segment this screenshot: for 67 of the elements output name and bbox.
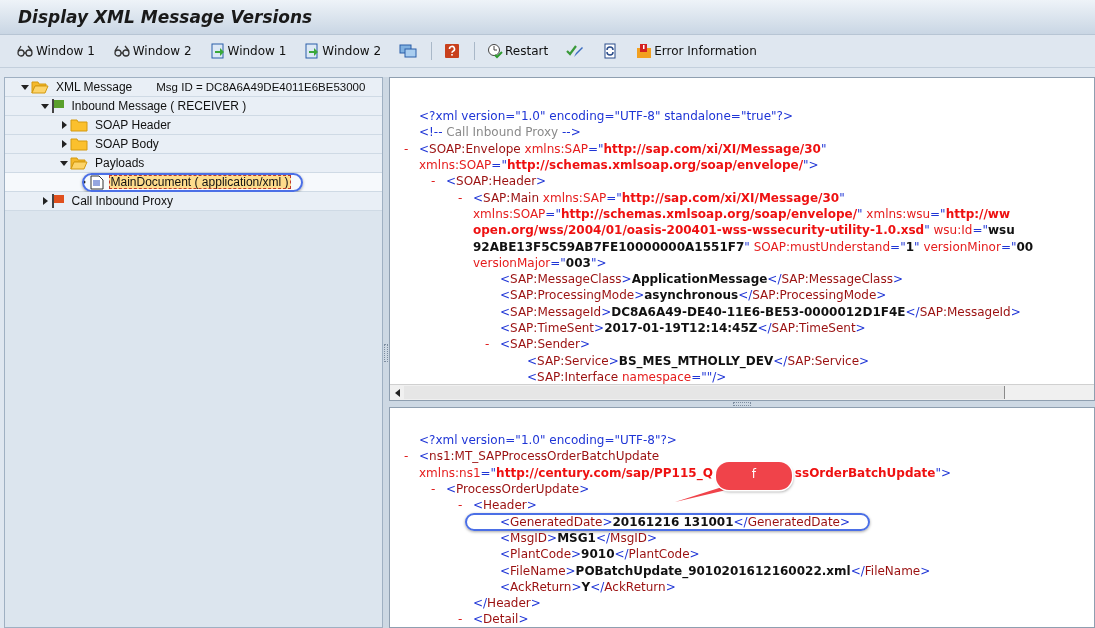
xml-line: <!-- Call Inbound Proxy --> [419, 125, 581, 140]
open-folder-icon [70, 156, 88, 170]
xml-line: <SAP:Sender> [500, 337, 590, 352]
collapse-toggle[interactable]: - [458, 498, 463, 513]
scroll-left-arrow-icon[interactable] [394, 388, 400, 397]
collapse-toggle[interactable]: - [485, 337, 490, 352]
xml-line: <GeneratedDate>20161216 131001</GeneratedDate> [500, 514, 851, 529]
collapse-toggle[interactable]: - [458, 612, 463, 627]
xml-line: <SAP:MessageId>DC8A6A49-DE40-11E6-BE53-0000012D1F4E</SAP:MessageId> [500, 304, 1021, 319]
clock-check-icon [487, 43, 504, 59]
toolbar-button[interactable]: Window 2 [300, 39, 386, 63]
tree-item-label[interactable]: SOAP Body [93, 137, 161, 151]
xml-line: <SOAP:Header> [446, 174, 547, 189]
error-icon [636, 43, 653, 59]
tree-item-label[interactable]: SOAP Header [93, 118, 173, 132]
check-pencil-icon [566, 43, 585, 59]
collapse-toggle[interactable]: - [431, 174, 436, 189]
toolbar-button[interactable]: Window 2 [108, 39, 196, 63]
open-folder-icon [31, 80, 49, 94]
xml-line: <SAP:Interface namespace=""/> [527, 369, 727, 384]
window-title: Display XML Message Versions [18, 7, 313, 27]
xml-line: <Detail> [473, 612, 529, 627]
xml-line: <MsgID>MSG1</MsgID> [500, 530, 658, 545]
xml-line: 92ABE13F5C59AB7FE10000000A1551F7" SOAP:mustUnderstand="1" versionMinor="00 [473, 239, 1034, 254]
toolbar-button[interactable]: Error Information [632, 39, 761, 63]
xml-line: <SAP:Service>BS_MES_MTHOLLY_DEV</SAP:Service> [527, 353, 870, 368]
xml-line: open.org/wss/2004/01/oasis-200401-wss-wssecurity-utility-1.0.xsd" wsu:Id="wsu [473, 223, 1015, 238]
screens-icon [399, 43, 418, 59]
xml-line: <AckReturn>Y</AckReturn> [500, 579, 676, 594]
help-book-icon [444, 43, 461, 59]
toolbar-button[interactable]: Restart [483, 39, 553, 63]
xml-line: <ns1:MT_SAPProcessOrderBatchUpdate [419, 449, 660, 464]
xml-line: <ProcessOrderUpdate> [446, 482, 590, 497]
xml-line: <SAP:TimeSent>2017-01-19T12:14:45Z</SAP:TimeSent> [500, 321, 866, 335]
toolbar-button[interactable]: Window 1 [205, 39, 291, 63]
xml-line: <?xml version="1.0" encoding="UTF-8" standalone="true"?> [419, 109, 793, 124]
collapse-toggle[interactable]: - [404, 449, 409, 464]
msg-id-text: Msg ID = DC8A6A49DE4011E6BE53000 [156, 81, 367, 93]
leaf-bullet [81, 180, 86, 184]
xml-line: ssOrderBatchUpdate"> [794, 465, 952, 480]
horizontal-scrollbar[interactable] [390, 384, 1094, 400]
collapse-toggle[interactable]: - [458, 190, 463, 205]
xml-line: <SOAP:Envelope xmlns:SAP="http://sap.com/xi/XI/Message/30" [419, 141, 827, 156]
xml-line: <Header> [473, 498, 537, 513]
tree-item-label[interactable]: XML Message [54, 80, 135, 94]
xml-line: versionMajor="003"> [473, 255, 607, 270]
collapse-toggle[interactable]: - [404, 141, 409, 156]
tree-item-label[interactable]: Payloads [93, 156, 147, 170]
xml-line: <SAP:ProcessingMode>asynchronous</SAP:ProcessingMode> [500, 288, 887, 303]
xml-line: xmlns:SOAP="http://schemas.xmlsoap.org/soap/envelope/"> [419, 158, 819, 173]
xml-line: <SAP:Main xmlns:SAP="http://sap.com/xi/XI/Message/30" [473, 190, 845, 205]
xml-line: </Header> [473, 596, 541, 611]
xml-line: <?xml version="1.0" encoding="UTF-8"?> [419, 433, 677, 448]
folder-icon [70, 137, 88, 151]
xml-line: <SAP:MessageClass>ApplicationMessage</SAP:MessageClass> [500, 272, 904, 287]
xml-line: <PlantCode>9010</PlantCode> [500, 547, 700, 562]
folder-icon [70, 118, 88, 132]
flag-icon [50, 99, 65, 113]
toolbar-button[interactable]: Window 1 [12, 39, 99, 63]
glasses-icon [112, 45, 131, 57]
refresh-document-icon [602, 43, 619, 59]
xml-line: <FileName>POBatchUpdate_9010201612160022.xml</FileName> [500, 563, 931, 578]
glasses-icon [16, 45, 34, 57]
xml-line: xmlns:SOAP="http://schemas.xmlsoap.org/soap/envelope/" xmlns:wsu="http://ww [473, 206, 1010, 221]
xml-line: xmlns:ns1="http://century.com/sap/PP115_Q [419, 465, 713, 480]
flag-icon [50, 194, 65, 208]
collapse-toggle[interactable]: - [431, 482, 436, 497]
